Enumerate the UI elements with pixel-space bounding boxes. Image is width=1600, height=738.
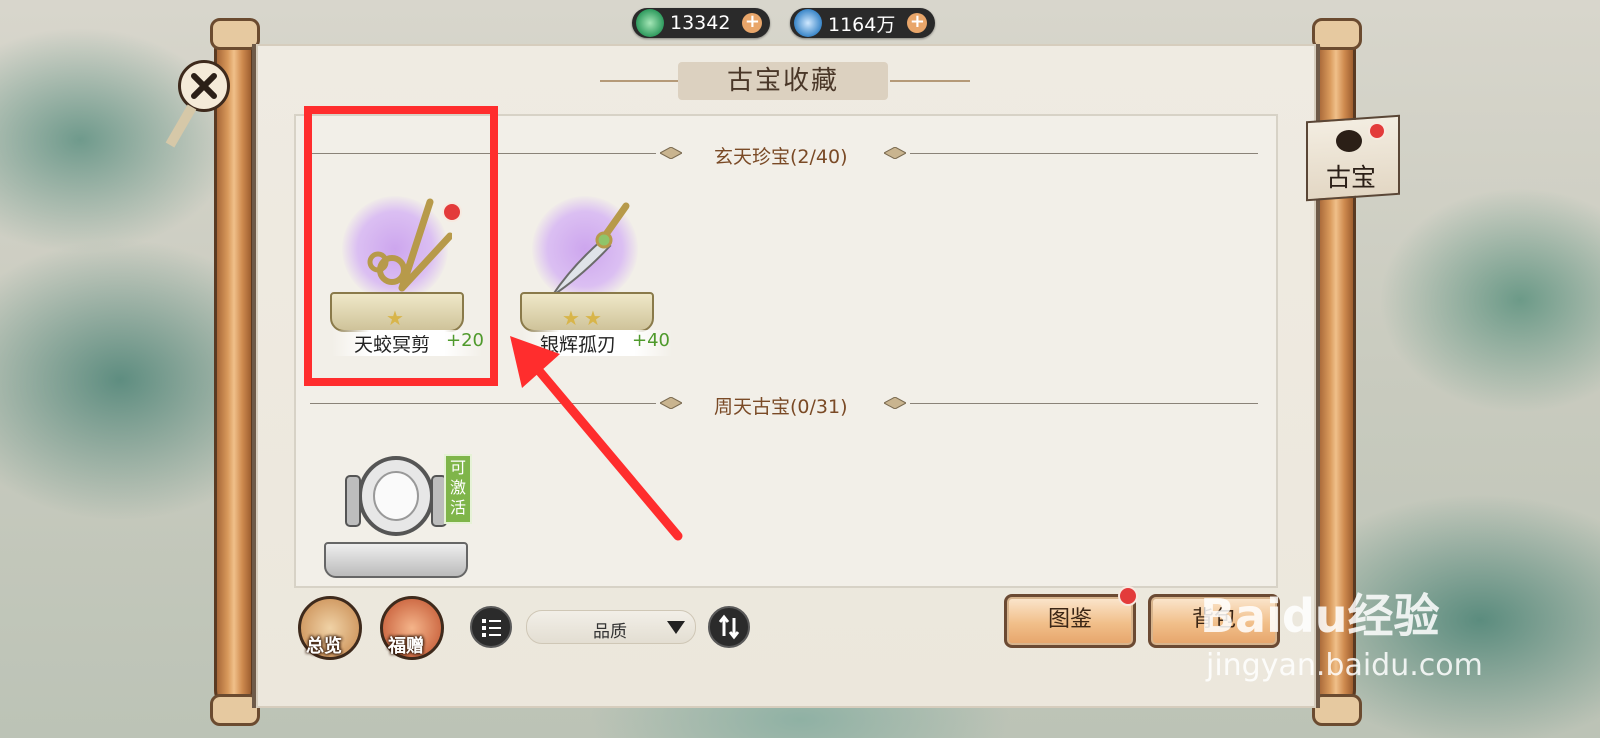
close-button[interactable] [178, 60, 230, 112]
chevron-down-icon [667, 621, 685, 634]
section-divider [910, 153, 1258, 154]
resource-jade: 13342 + [632, 8, 771, 38]
locked-treasure-card[interactable]: 可激活 [320, 446, 472, 578]
star-icon: ★ [562, 306, 580, 330]
gift-label: 福赠 [388, 636, 424, 657]
sort-toggle-button[interactable] [708, 606, 750, 648]
jade-coin-icon [636, 9, 664, 37]
treasure-tab-icon [1336, 130, 1362, 152]
list-icon [482, 619, 501, 637]
activatable-badge: 可激活 [444, 454, 472, 524]
quality-select-value: 品质 [593, 622, 627, 642]
ornament-icon [660, 147, 682, 159]
section-title-zhoutian: 周天古宝(0/31) [714, 396, 848, 418]
blade-icon [551, 202, 630, 297]
star-icon: ★ [584, 306, 602, 330]
tab-alert-dot [1368, 122, 1386, 140]
left-scroll-roller [214, 30, 254, 710]
ornament-icon [884, 397, 906, 409]
close-icon [191, 73, 217, 99]
crystal-value: 1164万 [828, 13, 896, 36]
section-title-xuantian: 玄天珍宝(2/40) [714, 146, 848, 168]
add-crystal-button[interactable]: + [907, 13, 928, 33]
side-tab-label: 古宝 [1326, 163, 1377, 192]
codex-button[interactable]: 图鉴 [1004, 594, 1136, 648]
codex-alert-dot [1118, 586, 1138, 606]
add-jade-button[interactable]: + [742, 13, 763, 33]
watermark-logo: Baidu经验 [1200, 589, 1440, 643]
quality-select[interactable]: 品质 [526, 610, 696, 644]
resource-crystal: 1164万 + [790, 8, 936, 38]
gray-pedestal [324, 542, 468, 578]
crystal-icon [794, 9, 822, 37]
pointer-arrow [510, 336, 683, 541]
list-filter-button[interactable] [470, 606, 512, 648]
overview-label: 总览 [306, 636, 342, 657]
swap-icon [718, 614, 740, 640]
highlight-box [304, 106, 498, 386]
tassel-decoration [165, 104, 197, 148]
mirror-artifact-icon [345, 456, 447, 536]
page-title: 古宝收藏 [678, 62, 888, 100]
jade-value: 13342 [670, 12, 731, 34]
watermark-url: jingyan.baidu.com [1206, 648, 1483, 683]
section-divider [910, 403, 1258, 404]
ornament-icon [884, 147, 906, 159]
